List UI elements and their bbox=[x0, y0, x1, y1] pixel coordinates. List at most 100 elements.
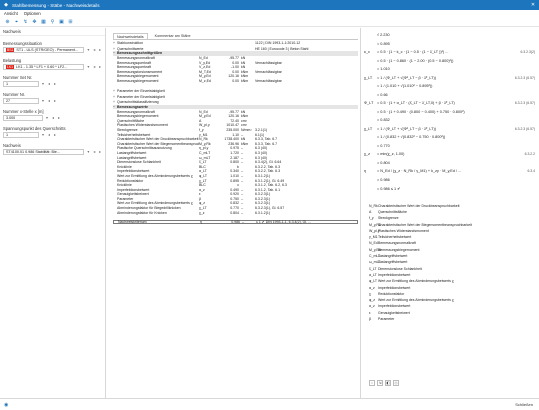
formula-expression: = 0.770 bbox=[377, 143, 390, 148]
table-row[interactable]: Charakteristischer Wert der Druckbeanspr… bbox=[113, 137, 358, 142]
prev-icon[interactable]: ◂ bbox=[47, 98, 51, 103]
param-select[interactable]: 3.000 bbox=[3, 114, 43, 121]
export-icon[interactable]: ⇲ bbox=[377, 380, 383, 386]
result-row[interactable]: Nachweiskriterium η 0.986 -- ≤ 1 ✔ DIN 1993-… bbox=[113, 219, 358, 225]
table-row[interactable]: Lastangriffsbeiwert ω_mLT 2.187 -- 6.3 (40) bbox=[113, 155, 358, 160]
formula-reference: 6.3.4 bbox=[527, 169, 535, 174]
next-icon[interactable]: ▸ bbox=[53, 98, 57, 103]
formula-panel: √ 2.230 = 0.895 κ_c = 0.5 · (1 − k_c · (1 −… bbox=[360, 28, 539, 398]
row-value: 0.770 bbox=[230, 206, 239, 211]
row-symbol: α_z bbox=[199, 187, 205, 192]
tab-nachweisdetails[interactable]: Nachweisdetails bbox=[113, 33, 148, 39]
row-value: c bbox=[237, 183, 239, 188]
row-unit: kN bbox=[241, 56, 246, 61]
menu-optionen[interactable]: Optionen bbox=[24, 11, 41, 16]
table-row[interactable]: Streckgrenze f_y 235.000 N/mm² 3.2.1(1) bbox=[113, 128, 358, 133]
formula-expression: = 0.895 bbox=[377, 41, 390, 46]
formula-symbol: η bbox=[364, 169, 367, 174]
close-dialog-button[interactable]: Schließen bbox=[513, 402, 535, 407]
table-row[interactable]: Plastische Querschnittsausnutzung η_pl,y 0… bbox=[113, 146, 358, 151]
param-select[interactable]: 27 bbox=[3, 97, 39, 104]
legend-text: Imperfektionsbeiwert bbox=[378, 285, 411, 290]
view-icon[interactable]: ▣ bbox=[58, 18, 65, 25]
table-row[interactable]: Abminderungsfaktor für Biegedrillknicken… bbox=[113, 206, 358, 211]
row-name: Knicklinie bbox=[117, 183, 132, 188]
chevron-down-icon[interactable]: ▾ bbox=[41, 98, 45, 103]
formula-reference: 6.3.2.3 (6.57) bbox=[514, 101, 535, 106]
table-row[interactable]: Bemessungstorsionsmoment M_T,Ed 0.00 kNm Ver… bbox=[113, 70, 358, 75]
row-symbol: W_pl,y bbox=[199, 123, 210, 128]
prev-icon[interactable]: ◂ bbox=[51, 115, 55, 120]
chevron-down-icon[interactable]: ▾ bbox=[41, 132, 45, 137]
chevron-down-icon[interactable]: ▾ bbox=[86, 47, 90, 52]
zoom-icon[interactable]: ⊕ bbox=[4, 18, 11, 25]
param-select[interactable]: 1 bbox=[3, 80, 39, 87]
print-icon[interactable]: ⎙ bbox=[393, 380, 399, 386]
table-row[interactable]: Parameter β 0.750 -- 6.3.2.3(1) bbox=[113, 197, 358, 202]
table-row[interactable]: Imperfektionsbeiwert α_LT 0.340 -- 6.3.2.2, … bbox=[113, 169, 358, 174]
next-icon[interactable]: ▸ bbox=[53, 81, 57, 86]
group-row[interactable]: + Querschnittwerte HE 160 | Eurocode 3 | B… bbox=[113, 47, 358, 52]
row-unit: kN bbox=[241, 65, 246, 70]
formula-expression: = 1 / (Φ_LT + √(Φ²_LT − β · λ̄²_LT)) bbox=[377, 126, 437, 131]
row-ref: 6.3.2.3(1) bbox=[255, 192, 270, 197]
table-row[interactable]: Dimensionslose Schlankheit λ̄_LT 0.800 -- 6.… bbox=[113, 160, 358, 165]
row-ref: 6.3.1.2, Tab. 6.2, 6.3 bbox=[255, 183, 287, 188]
group-row[interactable]: + Parameter der Einzelstabigkeit bbox=[113, 95, 358, 100]
next-icon[interactable]: ▸ bbox=[57, 115, 61, 120]
legend-text: Wert zur Ermittlung des Abminderungsbeiw… bbox=[378, 279, 454, 284]
chevron-down-icon[interactable]: ▾ bbox=[86, 149, 90, 154]
grid-icon[interactable]: ⊞ bbox=[67, 18, 74, 25]
param-select[interactable]: LK1 LK1 - 1.35 * LF1 + 0.60 * LF2... bbox=[3, 63, 85, 70]
next-icon[interactable]: ▸ bbox=[53, 132, 57, 137]
table-row[interactable]: Charakteristischer Wert der Biegemomentb… bbox=[113, 141, 358, 146]
menu-ansicht[interactable]: Ansicht bbox=[4, 11, 18, 16]
prev-icon[interactable]: ◂ bbox=[92, 64, 96, 69]
table-row[interactable]: Wert zur Ermittlung des Abminderungsbeiw… bbox=[113, 201, 358, 206]
next-icon[interactable]: ▸ bbox=[98, 47, 102, 52]
prev-icon[interactable]: ◂ bbox=[47, 132, 51, 137]
tab-kommentar[interactable]: Kommentar am Stäbe bbox=[152, 33, 194, 39]
info-icon[interactable]: ◉ bbox=[4, 401, 11, 408]
legend-symbol: f_y bbox=[369, 216, 374, 221]
group-row[interactable]: + Parameter der Einzelstabigkeit bbox=[113, 89, 358, 94]
table-row[interactable]: Wert zur Ermittlung des Abminderungsbeiw… bbox=[113, 174, 358, 179]
prev-icon[interactable]: ◂ bbox=[92, 47, 96, 52]
layout-icon[interactable]: ◧ bbox=[385, 380, 391, 386]
move-icon[interactable]: ✥ bbox=[31, 18, 38, 25]
legend-symbol: χ bbox=[369, 291, 371, 296]
resize-icon[interactable]: ↕ bbox=[369, 380, 375, 386]
next-icon[interactable]: ▸ bbox=[98, 149, 102, 154]
table-row[interactable]: Bemessungsquerkraft V_y,Ed 0.00 kN Vernachlä… bbox=[113, 60, 358, 65]
table-row[interactable]: Knicklinie BLC b 6.3.2.2, Tab. 6.3 bbox=[113, 164, 358, 169]
param-select[interactable]: BS1 ST1 - ULS (STR/GEO) - Permanent... bbox=[3, 46, 85, 53]
table-icon[interactable]: ▦ bbox=[40, 18, 47, 25]
table-row[interactable]: Abminderungsfaktor für Knicken χ_z 0.804 --… bbox=[113, 210, 358, 215]
table-row[interactable]: Reduktionsfaktor χ_LT 0.895 -- 6.3.1.2(1), G… bbox=[113, 178, 358, 183]
result-icon[interactable]: ↯ bbox=[22, 18, 29, 25]
table-row[interactable]: Imperfektionsbeiwert α_z 0.490 -- 6.3.1.2, T… bbox=[113, 187, 358, 192]
row-name: Bemessungsbiegemoment bbox=[117, 74, 159, 79]
prev-icon[interactable]: ◂ bbox=[92, 149, 96, 154]
chevron-down-icon[interactable]: ▾ bbox=[86, 64, 90, 69]
chevron-down-icon[interactable]: ▾ bbox=[41, 81, 45, 86]
table-row[interactable]: Lastangriffsbeiwert C_mLT 1.720 -- 6.3 (40) bbox=[113, 151, 358, 156]
close-button[interactable]: ✕ bbox=[527, 2, 539, 8]
formula-row: κ_c = 0.5 · (1 − k_c · (1 − 0.5 · (1 − λ̄… bbox=[361, 48, 539, 57]
table-row[interactable]: Genauigkeitsbeiwert ε 0.920 -- 6.3.2.3(1) bbox=[113, 192, 358, 197]
param-select[interactable]: ST4100.01 0.986 Stabilität: Bie... bbox=[3, 148, 85, 155]
table-row[interactable]: Bemessungsbiegemoment M_z,Ed 0.00 kNm Vernac… bbox=[113, 79, 358, 84]
param-select[interactable]: 1 bbox=[3, 131, 39, 138]
row-name: Lastangriffsbeiwert bbox=[117, 150, 147, 155]
select-icon[interactable]: ⌖ bbox=[13, 18, 20, 25]
formula-row: = 0.804 bbox=[361, 159, 539, 168]
next-icon[interactable]: ▸ bbox=[98, 64, 102, 69]
prev-icon[interactable]: ◂ bbox=[47, 81, 51, 86]
search-icon[interactable]: ⚲ bbox=[49, 18, 56, 25]
legend-text: Wert zur Ermittlung des Abminderungsbeiw… bbox=[378, 298, 454, 303]
group-row[interactable]: + Stabkonstruktion 1122 | DIN 1993-1-1:201… bbox=[113, 41, 358, 46]
legend-text: Parameter bbox=[378, 316, 395, 321]
chevron-down-icon[interactable]: ▾ bbox=[45, 115, 49, 120]
table-row[interactable]: Teilsicherheitsbeiwert γ_M1 1.10 -- 6.1(1) bbox=[113, 132, 358, 137]
table-row[interactable]: Knicklinie BLC c 6.3.1.2, Tab. 6.2, 6.3 bbox=[113, 183, 358, 188]
